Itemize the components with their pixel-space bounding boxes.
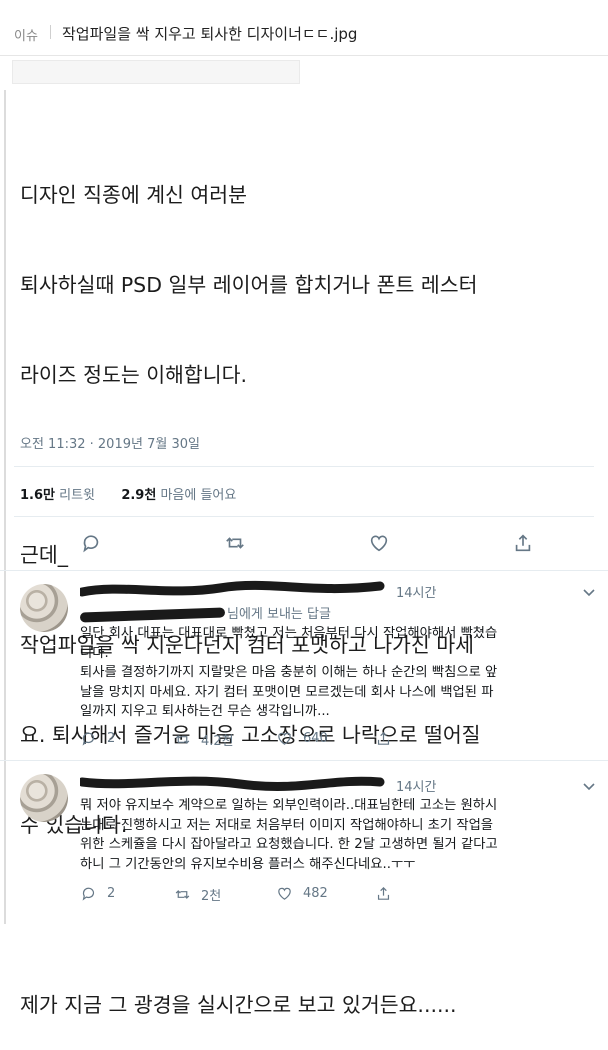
reply-icon	[82, 732, 94, 746]
retweet-label[interactable]: 리트윗	[59, 488, 95, 503]
retweet-count[interactable]: 1.6만	[20, 488, 55, 503]
reply-time[interactable]: 14시간	[396, 776, 436, 795]
like-count: 640	[303, 731, 328, 746]
category-label[interactable]: 이슈	[14, 25, 38, 44]
tweet-timestamp[interactable]: 오전 11:32 · 2019년 7월 30일	[20, 433, 200, 452]
reply-line: 일까지 지우고 퇴사하는건 무슨 생각입니까...	[80, 704, 330, 719]
tweet-line: 제가 지금 그 광경을 실시간으로 보고 있거든요......	[20, 993, 457, 1017]
divider	[0, 760, 608, 761]
redacted-username	[77, 772, 385, 791]
share-icon[interactable]	[510, 530, 536, 556]
heart-icon[interactable]	[366, 530, 392, 556]
reply-line: 하니 그 기간동안의 유지보수비용 플러스 해주신다네요..ㅜㅜ	[80, 856, 416, 872]
reply-line: 뭐 저야 유지보수 계약으로 일하는 외부인력이라..대표님한테 고소는 원하시	[80, 798, 498, 813]
divider	[0, 570, 608, 571]
reply-line: 위한 스케쥴을 다시 잡아달라고 요청했습니다. 한 2달 고생하면 될거 같다…	[80, 837, 498, 852]
heart-icon	[278, 732, 291, 745]
chevron-down-icon[interactable]	[582, 588, 596, 598]
retweet-button[interactable]: 4.2천	[174, 730, 234, 749]
retweet-count: 2천	[201, 889, 222, 904]
header-divider	[50, 25, 51, 39]
share-icon	[377, 886, 390, 900]
reply-line: 날을 망치지 마세요. 자기 컴터 포맷이면 모르겠는데 회사 나스에 백업된 …	[80, 684, 494, 700]
share-icon	[377, 731, 390, 745]
reply-line: 퇴사를 결정하기까지 지랄맞은 마음 충분히 이해는 하나 순간의 빡침으로 앞	[80, 665, 498, 680]
like-button[interactable]: 482	[276, 885, 328, 902]
share-button[interactable]	[375, 730, 392, 747]
blurred-banner	[12, 60, 300, 84]
reply-tweet: 14시간 님에게 보내는 답글 일단 회사 대표는 대표대로 빡쳤고 저는 처음…	[0, 578, 608, 754]
reply-tweet: 14시간 뭐 저야 유지보수 계약으로 일하는 외부인력이라..대표님한테 고소…	[0, 772, 608, 922]
tweet-line: 라이즈 정도는 이해합니다.	[20, 363, 248, 387]
redacted-username	[77, 580, 385, 597]
reply-time[interactable]: 14시간	[396, 582, 436, 601]
tweet-line	[20, 450, 592, 480]
reply-text: 일단 회사 대표는 대표대로 빡쳤고 저는 처음부터 다시 작업해야해서 빡쳤습…	[80, 624, 600, 722]
retweet-icon	[175, 735, 190, 744]
replying-to: 님에게 보내는 답글	[79, 603, 331, 623]
retweet-count: 4.2천	[201, 734, 234, 749]
retweet-icon[interactable]	[222, 530, 248, 556]
reply-icon[interactable]	[78, 530, 104, 556]
like-count[interactable]: 2.9천	[121, 488, 156, 503]
redacted-handle	[79, 606, 226, 623]
reply-button[interactable]: 2	[80, 730, 115, 747]
heart-icon	[278, 887, 291, 900]
like-button[interactable]: 640	[276, 730, 328, 747]
divider	[14, 466, 594, 467]
post-title: 작업파일을 싹 지우고 퇴사한 디자이너ㄷㄷ.jpg	[62, 25, 358, 43]
like-count: 482	[303, 886, 328, 901]
reply-line: 는대로 진행하시고 저는 저대로 처음부터 이미지 작업해야하니 초기 작업을	[80, 817, 494, 833]
reply-icon	[82, 887, 94, 901]
retweet-icon	[175, 890, 190, 899]
like-label[interactable]: 마음에 들어요	[160, 488, 236, 503]
avatar[interactable]	[20, 774, 68, 822]
reply-count: 2	[107, 886, 116, 901]
replying-to-label: 님에게 보내는 답글	[227, 607, 331, 622]
tweet-stats: 1.6만 리트윗 2.9천 마음에 들어요	[20, 484, 236, 503]
reply-actions: 2 4.2천 640	[80, 730, 600, 750]
reply-text: 뭐 저야 유지보수 계약으로 일하는 외부인력이라..대표님한테 고소는 원하시…	[80, 796, 600, 874]
tweet-line: 퇴사하실때 PSD 일부 레이어를 합치거나 폰트 레스터	[20, 273, 478, 297]
divider	[14, 516, 594, 517]
reply-button[interactable]: 2	[80, 885, 115, 902]
tweet-actions	[0, 528, 608, 560]
share-button[interactable]	[375, 885, 392, 902]
tweet-line: 디자인 직종에 계신 여러분	[20, 183, 248, 207]
reply-count: 2	[107, 731, 116, 746]
post-header: 이슈 작업파일을 싹 지우고 퇴사한 디자이너ㄷㄷ.jpg	[0, 0, 608, 56]
reply-line: 일단 회사 대표는 대표대로 빡쳤고 저는 처음부터 다시 작업해야해서 빡쳤습	[80, 626, 498, 641]
avatar[interactable]	[20, 584, 68, 632]
chevron-down-icon[interactable]	[582, 782, 596, 792]
reply-actions: 2 2천 482	[80, 885, 600, 905]
reply-line: 니다.	[80, 645, 109, 661]
retweet-button[interactable]: 2천	[174, 885, 221, 904]
